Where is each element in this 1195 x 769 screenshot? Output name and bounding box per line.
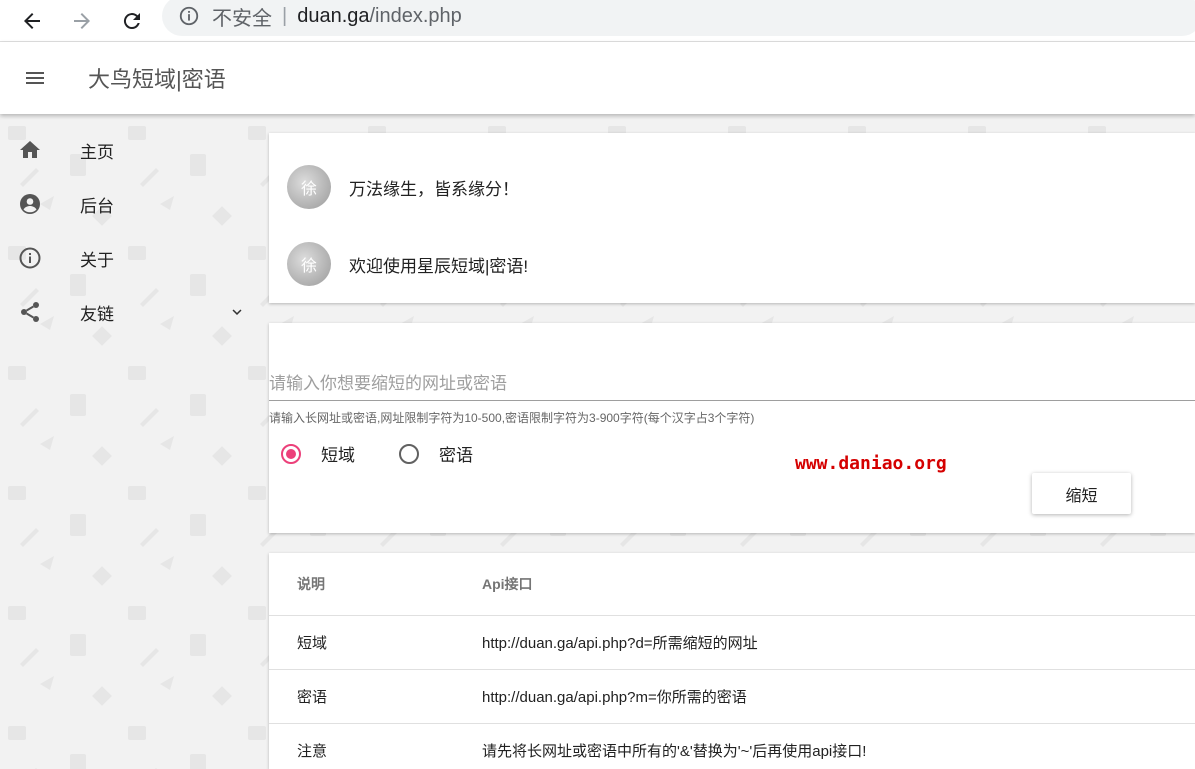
- mode-radio-group: 短域 密语: [281, 441, 473, 466]
- avatar: 徐: [287, 165, 331, 209]
- sidebar-item-admin[interactable]: 后台: [0, 177, 268, 231]
- chevron-down-icon[interactable]: [228, 303, 246, 321]
- sidebar-item-label: 后台: [80, 196, 114, 216]
- url-separator: |: [282, 4, 288, 27]
- sidebar-item-home[interactable]: 主页: [0, 123, 268, 177]
- api-table-card: 说明 Api接口 短域 http://duan.ga/api.php?d=所需缩…: [269, 553, 1195, 769]
- table-cell: http://duan.ga/api.php?m=你所需的密语: [454, 669, 1195, 724]
- insecure-label: 不安全: [212, 7, 272, 30]
- app-header: 大鸟短域|密语: [0, 42, 1195, 114]
- api-table: 说明 Api接口 短域 http://duan.ga/api.php?d=所需缩…: [269, 553, 1195, 769]
- address-bar[interactable]: 不安全 | duan.ga/index.php: [162, 0, 1195, 36]
- home-icon: [20, 141, 40, 158]
- table-row: 密语 http://duan.ga/api.php?m=你所需的密语: [269, 669, 1195, 724]
- table-cell: http://duan.ga/api.php?d=所需缩短的网址: [454, 615, 1195, 670]
- reload-icon: [123, 12, 140, 29]
- radio-secret[interactable]: [399, 443, 419, 464]
- table-cell: 注意: [269, 723, 454, 769]
- table-header: 说明: [269, 553, 454, 616]
- arrow-right-icon: [74, 12, 90, 29]
- table-cell: 短域: [269, 615, 454, 670]
- menu-icon[interactable]: [23, 66, 47, 90]
- table-row: 注意 请先将长网址或密语中所有的'&'替换为'~'后再使用api接口!: [269, 723, 1195, 769]
- table-row: 短域 http://duan.ga/api.php?d=所需缩短的网址: [269, 615, 1195, 670]
- avatar: 徐: [287, 242, 331, 286]
- reload-button[interactable]: [118, 7, 146, 35]
- radio-secret-label[interactable]: 密语: [439, 441, 473, 466]
- avatar-text: 徐: [301, 258, 318, 275]
- table-cell: 密语: [269, 669, 454, 724]
- sidebar-item-label: 主页: [80, 142, 114, 162]
- watermark: www.daniao.org: [795, 453, 947, 474]
- table-header: Api接口: [454, 553, 1195, 616]
- sidebar-item-label: 友链: [80, 304, 114, 324]
- arrow-left-icon: [24, 12, 40, 29]
- info-icon[interactable]: [178, 5, 200, 27]
- message-text: 欢迎使用星辰短域|密语!: [349, 256, 529, 276]
- shorten-form-card: 请输入长网址或密语,网址限制字符为10-500,密语限制字符为3-900字符(每…: [269, 323, 1195, 533]
- sidebar-item-links[interactable]: 友链: [0, 285, 268, 339]
- list-item: 徐 欢迎使用星辰短域|密语!: [287, 241, 528, 287]
- sidebar-item-about[interactable]: 关于: [0, 231, 268, 285]
- radio-short-label[interactable]: 短域: [321, 441, 355, 466]
- url-input[interactable]: [269, 368, 1195, 401]
- browser-toolbar: 不安全 | duan.ga/index.php: [0, 0, 1195, 42]
- sidebar-item-label: 关于: [80, 250, 114, 270]
- app-title: 大鸟短域|密语: [88, 67, 226, 92]
- messages-card: 徐 万法缘生，皆系缘分！ 徐 欢迎使用星辰短域|密语!: [269, 133, 1195, 303]
- url-host: duan.ga: [297, 4, 370, 27]
- url-path: /index.php: [369, 4, 462, 27]
- avatar-text: 徐: [301, 181, 318, 198]
- share-icon: [21, 302, 39, 322]
- back-button[interactable]: [18, 7, 46, 35]
- sidebar: 主页 后台 关于 友链: [0, 114, 268, 769]
- input-hint: 请输入长网址或密语,网址限制字符为10-500,密语限制字符为3-900字符(每…: [269, 411, 755, 425]
- message-text: 万法缘生，皆系缘分！: [349, 179, 519, 199]
- table-header-row: 说明 Api接口: [269, 553, 1195, 616]
- radio-short[interactable]: [281, 443, 301, 464]
- forward-button[interactable]: [68, 7, 96, 35]
- table-cell: 请先将长网址或密语中所有的'&'替换为'~'后再使用api接口!: [454, 723, 1195, 769]
- list-item: 徐 万法缘生，皆系缘分！: [287, 164, 519, 210]
- account-circle-icon: [20, 194, 40, 214]
- info-icon: [19, 247, 41, 269]
- shorten-button[interactable]: 缩短: [1032, 473, 1131, 514]
